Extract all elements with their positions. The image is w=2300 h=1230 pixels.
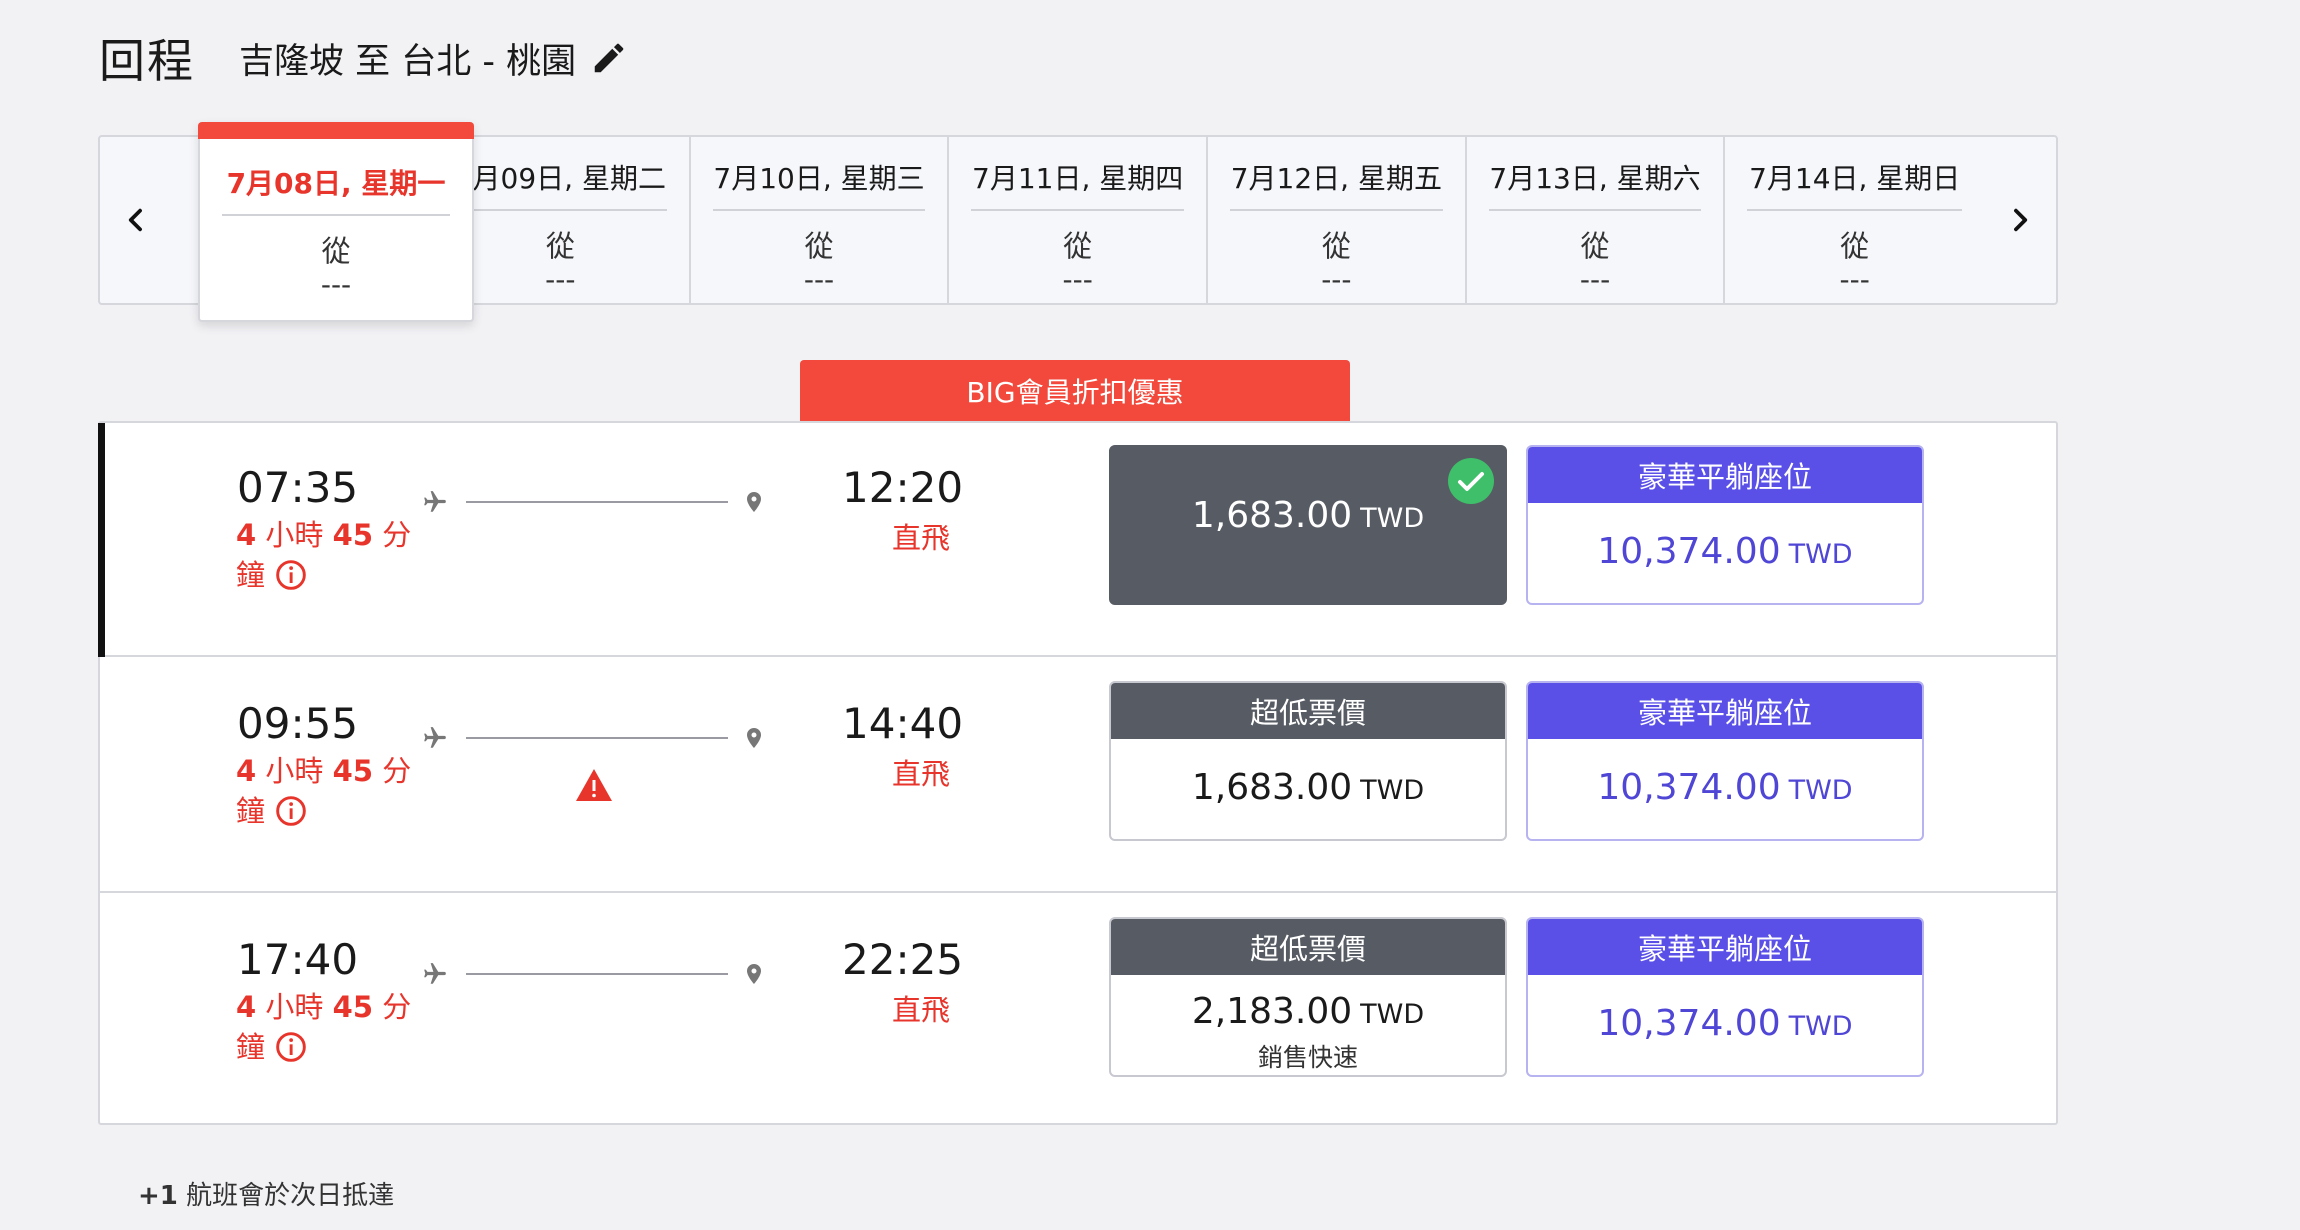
plane-icon xyxy=(424,727,446,748)
date-from-label: 從 xyxy=(1840,229,1870,263)
info-icon[interactable] xyxy=(275,795,307,827)
flight-row[interactable]: 17:40 4 小時 45 分鐘 22:25 直飛 超低票價 2,183.00 T… xyxy=(100,895,2056,1129)
date-price: --- xyxy=(803,263,835,296)
fare-type-label: 豪華平躺座位 xyxy=(1528,447,1922,503)
date-tab-0713[interactable]: 7月13日, 星期六 從 --- xyxy=(1467,137,1726,303)
info-icon[interactable] xyxy=(275,1031,307,1063)
flight-list: 07:35 4 小時 45 分鐘 12:20 直飛 1,683.00 TWD 豪華… xyxy=(98,421,2058,1125)
fare-type-label: 豪華平躺座位 xyxy=(1528,919,1922,975)
date-label: 7月08日, 星期一 xyxy=(222,162,450,216)
premium-flatbed-fare-card[interactable]: 豪華平躺座位 10,374.00 TWD xyxy=(1526,681,1924,841)
plane-icon xyxy=(424,963,446,984)
fare-price: 10,374.00 TWD xyxy=(1597,531,1853,572)
nonstop-label: 直飛 xyxy=(892,993,951,1027)
location-pin-icon xyxy=(747,964,761,984)
flight-duration: 4 小時 45 分鐘 xyxy=(236,990,412,1064)
chevron-right-icon xyxy=(2014,208,2028,232)
flight-duration: 4 小時 45 分鐘 xyxy=(236,754,412,828)
flight-row[interactable]: 09:55 4 小時 45 分鐘 14:40 直飛 超低票價 1,683.00 T… xyxy=(100,659,2056,893)
location-pin-icon xyxy=(747,492,761,512)
date-tab-0708-selected[interactable]: 7月08日, 星期一 從 --- xyxy=(198,122,474,322)
premium-flatbed-fare-card[interactable]: 豪華平躺座位 10,374.00 TWD xyxy=(1526,917,1924,1077)
arrival-time: 12:20 xyxy=(842,463,964,512)
selling-fast-note: 銷售快速 xyxy=(1257,1043,1358,1072)
date-label: 7月14日, 星期日 xyxy=(1747,157,1963,211)
arrival-time: 22:25 xyxy=(842,935,964,984)
departure-time: 17:40 xyxy=(237,935,359,984)
pencil-icon[interactable] xyxy=(590,39,628,77)
route-label: 吉隆坡 至 台北 - 桃園 xyxy=(239,41,577,82)
fare-type-label: 超低票價 xyxy=(1111,683,1505,739)
date-label: 7月13日, 星期六 xyxy=(1488,157,1702,211)
nonstop-label: 直飛 xyxy=(892,757,951,791)
info-icon[interactable] xyxy=(275,559,307,591)
arrival-time: 14:40 xyxy=(842,699,964,748)
chevron-left-icon xyxy=(128,208,142,232)
date-price: --- xyxy=(1579,263,1611,296)
departure-time: 07:35 xyxy=(237,463,359,512)
page-header: 回程 吉隆坡 至 台北 - 桃園 xyxy=(99,28,628,88)
route-graphic xyxy=(422,961,772,985)
check-circle-icon xyxy=(1448,458,1494,504)
flight-duration: 4 小時 45 分鐘 xyxy=(236,518,412,592)
premium-flatbed-fare-card[interactable]: 豪華平躺座位 10,374.00 TWD xyxy=(1526,445,1924,605)
fare-type-label: 豪華平躺座位 xyxy=(1528,683,1922,739)
warning-icon[interactable] xyxy=(574,767,614,803)
big-member-promo-banner: BIG會員折扣優惠 xyxy=(800,360,1350,422)
fare-price: 2,183.00 TWD xyxy=(1191,991,1425,1032)
economy-fare-card-selected[interactable]: 1,683.00 TWD xyxy=(1109,445,1507,605)
date-tab-0712[interactable]: 7月12日, 星期五 從 --- xyxy=(1208,137,1467,303)
date-price: --- xyxy=(320,268,352,301)
date-from-label: 從 xyxy=(1321,229,1351,263)
nonstop-label: 直飛 xyxy=(892,521,951,555)
flight-row[interactable]: 07:35 4 小時 45 分鐘 12:20 直飛 1,683.00 TWD 豪華… xyxy=(98,423,2056,657)
fare-price: 1,683.00 TWD xyxy=(1191,767,1425,808)
date-from-label: 從 xyxy=(321,234,351,268)
date-label: 7月12日, 星期五 xyxy=(1230,157,1443,211)
plane-icon xyxy=(424,491,446,512)
route-graphic xyxy=(422,489,772,513)
economy-fare-card[interactable]: 超低票價 1,683.00 TWD xyxy=(1109,681,1507,841)
date-from-label: 從 xyxy=(804,229,834,263)
date-tab-0710[interactable]: 7月10日, 星期三 從 --- xyxy=(691,137,950,303)
date-price: --- xyxy=(1321,263,1352,296)
date-price: --- xyxy=(1062,263,1093,296)
date-label: 7月11日, 星期四 xyxy=(971,157,1185,211)
next-dates-button[interactable] xyxy=(1984,137,2056,303)
departure-time: 09:55 xyxy=(237,699,359,748)
date-tab-0714[interactable]: 7月14日, 星期日 從 --- xyxy=(1725,137,1984,303)
date-from-label: 從 xyxy=(1580,229,1610,263)
fare-price: 10,374.00 TWD xyxy=(1597,1003,1853,1044)
page-title: 回程 xyxy=(99,34,195,88)
date-from-label: 從 xyxy=(1063,229,1093,263)
economy-fare-card[interactable]: 超低票價 2,183.00 TWD 銷售快速 xyxy=(1109,917,1507,1077)
route-graphic xyxy=(422,725,772,749)
date-label: 7月10日, 星期三 xyxy=(712,157,926,211)
date-selector: 7月09日, 星期二 從 --- 7月10日, 星期三 從 --- 7月11日,… xyxy=(98,122,2058,322)
fare-type-label: 超低票價 xyxy=(1111,919,1505,975)
location-pin-icon xyxy=(747,728,761,748)
date-label: 7月09日, 星期二 xyxy=(454,157,667,211)
date-price: --- xyxy=(1839,263,1870,296)
fare-price: 10,374.00 TWD xyxy=(1597,767,1853,808)
date-tab-0711[interactable]: 7月11日, 星期四 從 --- xyxy=(949,137,1209,303)
fare-price: 1,683.00 TWD xyxy=(1191,495,1425,536)
next-day-arrival-note: +1 航班會於次日抵達 xyxy=(138,1181,395,1211)
prev-dates-button[interactable] xyxy=(100,137,172,303)
